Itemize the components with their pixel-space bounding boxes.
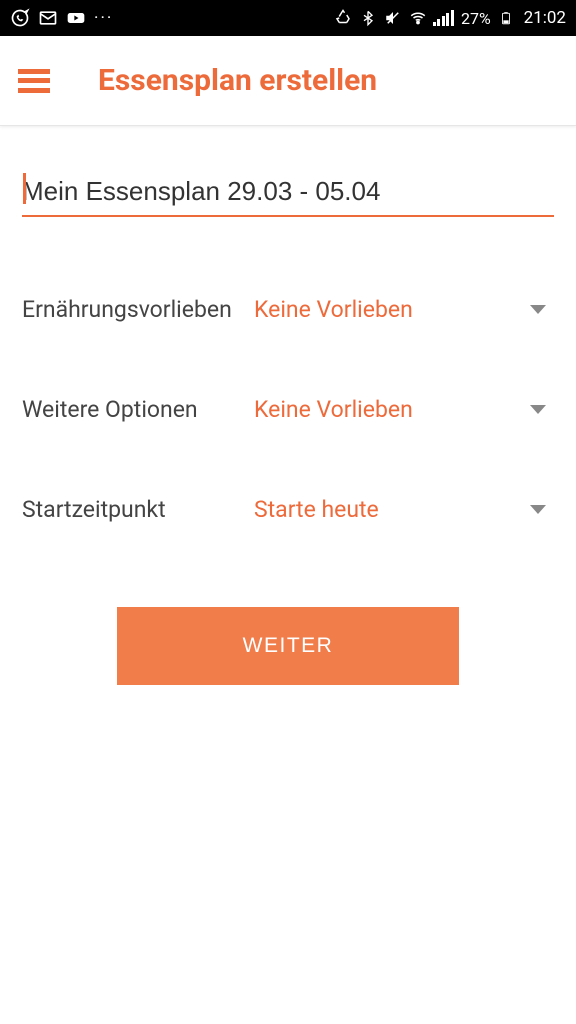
page-title: Essensplan erstellen <box>98 63 377 98</box>
start-time-select[interactable]: Starte heute <box>254 496 554 523</box>
text-cursor <box>23 173 26 204</box>
battery-percent: 27% <box>461 9 491 28</box>
plan-name-field[interactable] <box>22 170 554 217</box>
bluetooth-icon <box>358 8 378 28</box>
form-content: Ernährungsvorlieben Keine Vorlieben Weit… <box>0 126 576 685</box>
more-options-label: Weitere Optionen <box>22 396 254 423</box>
wifi-icon <box>408 8 428 28</box>
more-options-select[interactable]: Keine Vorlieben <box>254 396 554 423</box>
battery-icon <box>496 8 516 28</box>
chevron-down-icon <box>530 305 546 314</box>
menu-icon[interactable] <box>18 69 50 93</box>
diet-preferences-label: Ernährungsvorlieben <box>22 296 254 323</box>
clock-time: 21:02 <box>524 8 566 28</box>
more-options-value: Keine Vorlieben <box>254 396 413 423</box>
more-options-row: Weitere Optionen Keine Vorlieben <box>22 359 554 459</box>
chevron-down-icon <box>530 505 546 514</box>
continue-button[interactable]: WEITER <box>117 607 459 685</box>
start-time-label: Startzeitpunkt <box>22 496 254 523</box>
mail-icon <box>38 8 58 28</box>
start-time-value: Starte heute <box>254 496 379 523</box>
plan-name-input[interactable] <box>22 170 554 217</box>
status-left: ··· <box>10 8 113 28</box>
diet-preferences-row: Ernährungsvorlieben Keine Vorlieben <box>22 259 554 359</box>
status-right: 27% 21:02 <box>333 8 566 28</box>
diet-preferences-select[interactable]: Keine Vorlieben <box>254 296 554 323</box>
app-header: Essensplan erstellen <box>0 36 576 126</box>
status-bar: ··· 27% 21:02 <box>0 0 576 36</box>
more-icon: ··· <box>94 8 113 28</box>
youtube-icon <box>66 8 86 28</box>
chevron-down-icon <box>530 405 546 414</box>
signal-icon <box>433 10 454 26</box>
mute-icon <box>383 8 403 28</box>
diet-preferences-value: Keine Vorlieben <box>254 296 413 323</box>
recycle-icon <box>333 8 353 28</box>
start-time-row: Startzeitpunkt Starte heute <box>22 459 554 559</box>
whatsapp-icon <box>10 8 30 28</box>
